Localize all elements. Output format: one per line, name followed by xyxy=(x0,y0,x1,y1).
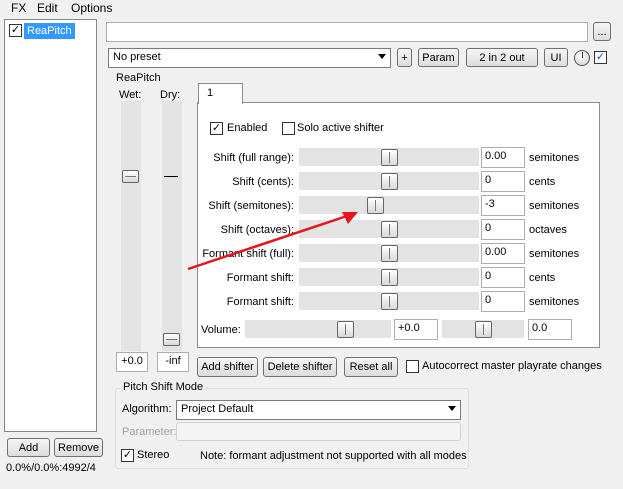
volume-slider-thumb[interactable] xyxy=(337,321,354,338)
tab-shifter-1[interactable]: 1 xyxy=(198,83,243,104)
cpu-status: 0.0%/0.0%:4992/4 xyxy=(6,462,96,474)
param-value-field[interactable]: 0 xyxy=(481,219,525,240)
param-value-field[interactable]: 0.00 xyxy=(481,147,525,168)
param-unit: cents xyxy=(529,272,556,284)
fx-item-label: ReaPitch xyxy=(24,23,75,39)
pitch-shift-mode-title: Pitch Shift Mode xyxy=(121,381,206,393)
param-unit: semitones xyxy=(529,152,580,164)
stereo-checkbox[interactable]: ✓ xyxy=(121,449,134,462)
menu-edit[interactable]: Edit xyxy=(37,1,58,15)
param-value-field[interactable]: 0.00 xyxy=(481,243,525,264)
solo-checkbox[interactable] xyxy=(282,122,295,135)
enabled-label: Enabled xyxy=(227,122,268,134)
fx-list-item[interactable]: ✓ ReaPitch xyxy=(7,23,95,39)
param-slider-thumb[interactable] xyxy=(381,293,398,310)
param-slider-thumb[interactable] xyxy=(381,269,398,286)
param-unit: semitones xyxy=(529,248,580,260)
param-slider-thumb[interactable] xyxy=(381,245,398,262)
param-button[interactable]: Param xyxy=(418,48,459,67)
autocorrect-checkbox[interactable] xyxy=(406,360,419,373)
delete-shifter-button[interactable]: Delete shifter xyxy=(263,357,337,377)
chevron-down-icon xyxy=(448,406,456,411)
param-label: Shift (full range): xyxy=(213,152,294,164)
dry-label: Dry: xyxy=(160,89,181,101)
algorithm-value: Project Default xyxy=(181,403,254,415)
parameter-select[interactable] xyxy=(176,422,461,441)
wet-knob-icon[interactable] xyxy=(574,50,590,66)
preset-value: No preset xyxy=(113,51,161,63)
dry-slider-thumb[interactable] xyxy=(163,333,180,346)
chevron-down-icon xyxy=(378,54,386,59)
param-unit: octaves xyxy=(529,224,567,236)
param-unit: semitones xyxy=(529,200,580,212)
preset-add-button[interactable]: + xyxy=(397,48,412,67)
param-value-field[interactable]: -3 xyxy=(481,195,525,216)
menu-fx[interactable]: FX xyxy=(11,1,26,15)
dry-value-field[interactable]: -inf xyxy=(157,352,189,372)
parameter-label: Parameter: xyxy=(122,426,177,438)
fx-name-field[interactable] xyxy=(106,22,588,42)
annotation-arrow-icon xyxy=(187,212,358,271)
add-fx-button[interactable]: Add xyxy=(7,438,50,457)
enabled-checkbox[interactable]: ✓ xyxy=(210,122,223,135)
param-slider-thumb[interactable] xyxy=(381,149,398,166)
menu-bar: FX Edit Options xyxy=(0,0,623,17)
pan-slider-thumb[interactable] xyxy=(475,321,492,338)
volume-label: Volume: xyxy=(201,324,241,336)
param-value-field[interactable]: 0 xyxy=(481,267,525,288)
param-value-field[interactable]: 0 xyxy=(481,291,525,312)
algorithm-label: Algorithm: xyxy=(122,403,172,415)
plugin-title: ReaPitch xyxy=(114,72,163,84)
pan-value-field[interactable]: 0.0 xyxy=(528,319,572,340)
wet-slider-thumb[interactable] xyxy=(122,170,139,183)
algorithm-select[interactable]: Project Default xyxy=(176,400,461,420)
browse-button[interactable]: ... xyxy=(593,22,611,41)
volume-slider-track[interactable] xyxy=(245,320,391,338)
remove-fx-button[interactable]: Remove xyxy=(54,438,103,457)
wet-value-field[interactable]: +0.0 xyxy=(116,352,148,372)
param-label: Shift (cents): xyxy=(232,176,294,188)
bypass-checkbox[interactable]: ✓ xyxy=(594,51,607,64)
menu-options[interactable]: Options xyxy=(71,1,112,15)
io-routing-button[interactable]: 2 in 2 out xyxy=(466,48,538,67)
fx-chain-list[interactable]: ✓ ReaPitch xyxy=(4,19,97,432)
dry-slider-track[interactable] xyxy=(162,101,182,351)
autocorrect-label: Autocorrect master playrate changes xyxy=(422,360,602,372)
param-value-field[interactable]: 0 xyxy=(481,171,525,192)
param-unit: cents xyxy=(529,176,556,188)
param-label: Formant shift: xyxy=(226,296,294,308)
preset-select[interactable]: No preset xyxy=(108,48,391,68)
fx-enable-checkbox[interactable]: ✓ xyxy=(9,24,22,37)
param-slider-thumb[interactable] xyxy=(381,221,398,238)
formant-note: Note: formant adjustment not supported w… xyxy=(200,450,467,462)
reset-all-button[interactable]: Reset all xyxy=(344,357,398,377)
param-slider-thumb[interactable] xyxy=(381,173,398,190)
ui-button[interactable]: UI xyxy=(544,48,568,67)
wet-slider-track[interactable] xyxy=(121,101,141,351)
wet-label: Wet: xyxy=(119,89,142,101)
volume-value-field[interactable]: +0.0 xyxy=(394,319,438,340)
add-shifter-button[interactable]: Add shifter xyxy=(197,357,258,377)
stereo-label: Stereo xyxy=(137,449,170,461)
solo-label: Solo active shifter xyxy=(297,122,384,134)
param-unit: semitones xyxy=(529,296,580,308)
dry-zero-mark xyxy=(164,176,178,177)
